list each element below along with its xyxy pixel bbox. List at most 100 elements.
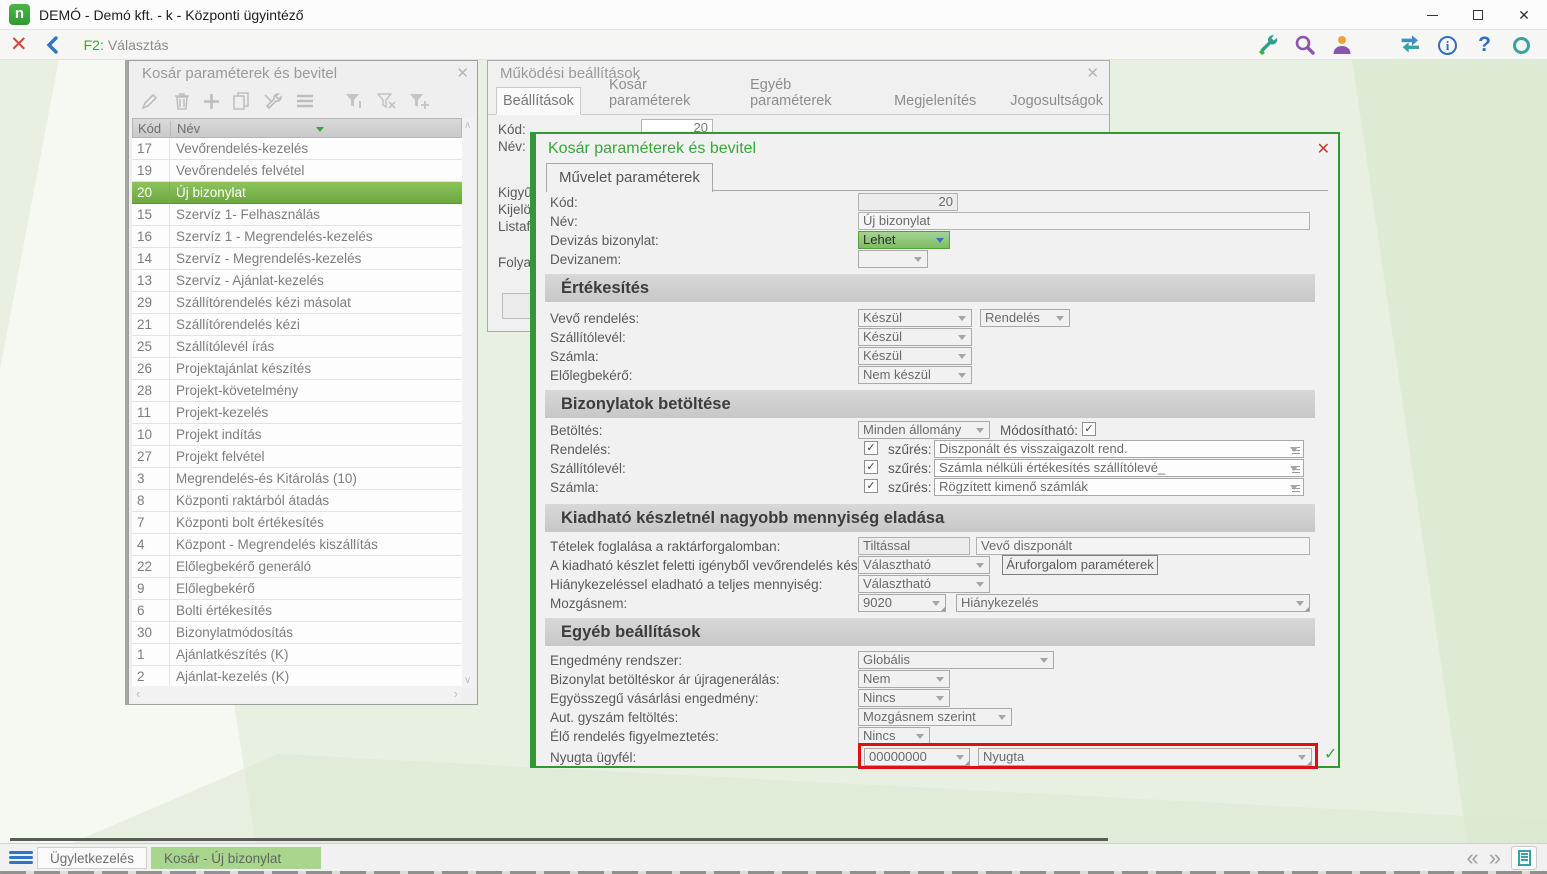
settings-tab-jogosultságok[interactable]: Jogosultságok [1004,88,1109,114]
vevo-rendeles-tipus-combo[interactable]: Rendelés [980,309,1070,327]
edit-pencil-icon[interactable] [141,92,161,110]
confirm-check-icon[interactable]: ✓ [1324,744,1337,764]
table-row[interactable]: 28Projekt-követelmény [132,380,462,402]
document-list-button[interactable] [1511,846,1537,870]
table-row[interactable]: 21Szállítórendelés kézi [132,314,462,336]
devizanem-combo[interactable] [858,250,928,268]
hianykezeles-combo[interactable]: Választható [858,575,990,593]
szamla-combo[interactable]: Készül [858,347,972,365]
add-plus-icon[interactable] [203,93,220,110]
scroll-right-icon[interactable]: › [454,686,458,701]
close-red-icon[interactable]: ✕ [10,34,28,56]
table-row[interactable]: 13Szervíz - Ajánlat-kezelés [132,270,462,292]
igeny-combo[interactable]: Választható [858,556,990,574]
devizas-combo[interactable]: Lehet [858,231,950,249]
filter-add-icon[interactable] [409,92,429,110]
table-row[interactable]: 8Központi raktárból átadás [132,490,462,512]
copy-document-icon[interactable] [233,92,250,110]
table-row[interactable]: 14Szervíz - Megrendelés-kezelés [132,248,462,270]
szamla-checkbox[interactable]: ✓ [864,479,878,493]
statusbar-tab[interactable]: Kosár - Új bizonylat [151,847,321,869]
back-chevron-icon[interactable] [44,36,62,54]
settings-tab-kosár paraméterek[interactable]: Kosár paraméterek [603,72,722,114]
filter-icon[interactable] [345,92,364,110]
table-row[interactable]: 19Vevőrendelés felvétel [132,160,462,182]
rendeles-szures-combo[interactable]: Diszponált és visszaigazolt rend. [934,440,1304,458]
table-row[interactable]: 30Bizonylatmódosítás [132,622,462,644]
vertical-scrollbar[interactable]: ∧ ∨ [462,118,475,688]
status-circle-icon[interactable] [1510,34,1533,57]
table-row[interactable]: 2Ajánlat-kezelés (K) [132,666,462,688]
table-header[interactable]: Kód Név [132,118,462,138]
modosithato-checkbox[interactable]: ✓ [1082,422,1096,436]
table-row[interactable]: 22Előlegbekérő generáló [132,556,462,578]
filter-menu-icon[interactable] [1292,464,1300,475]
table-row[interactable]: 9Előlegbekérő [132,578,462,600]
table-row[interactable]: 26Projektajánlat készítés [132,358,462,380]
mozgasnem-nev-combo[interactable]: Hiánykezelés [956,594,1310,612]
filter-menu-icon[interactable] [1292,445,1300,456]
egyosszegu-combo[interactable]: Nincs [858,689,950,707]
filter-menu-icon[interactable] [1292,483,1300,494]
szamla-szures-combo[interactable]: Rögzített kimenő számlák [934,478,1304,496]
table-row[interactable]: 1Ajánlatkészítés (K) [132,644,462,666]
table-row[interactable]: 11Projekt-kezelés [132,402,462,424]
engedmeny-combo[interactable]: Globális [858,651,1054,669]
table-row[interactable]: 17Vevőrendelés-kezelés [132,138,462,160]
page-next-icon[interactable]: » [1489,848,1501,868]
aruforgalom-parameterek-button[interactable]: Áruforgalom paraméterek [1002,555,1158,575]
close-button[interactable]: ✕ [1501,0,1547,30]
table-row[interactable]: 10Projekt indítás [132,424,462,446]
table-row[interactable]: 25Szállítólevél írás [132,336,462,358]
settings-close-icon[interactable]: ✕ [1086,64,1099,82]
search-icon[interactable] [1293,34,1316,57]
minimize-button[interactable] [1409,0,1455,30]
table-row[interactable]: 27Projekt felvétel [132,446,462,468]
mozgasnem-kod-combo[interactable]: 9020 [858,594,946,612]
statusbar-tab[interactable]: Ügyletkezelés [37,847,147,869]
transfer-arrows-icon[interactable] [1399,34,1422,57]
menu-lines-icon[interactable] [296,94,314,108]
table-row[interactable]: 29Szállítórendelés kézi másolat [132,292,462,314]
szallitolevel-combo[interactable]: Készül [858,328,972,346]
horizontal-scrollbar[interactable]: ‹ › [132,686,462,701]
panel-close-icon[interactable]: ✕ [456,64,469,82]
szallitolevel-szures-combo[interactable]: Számla nélküli értékesítés szállítólevé_ [934,459,1304,477]
betoltes-combo[interactable]: Minden állomány [858,421,990,439]
szallitolevel-checkbox[interactable]: ✓ [864,460,878,474]
page-prev-icon[interactable]: « [1467,848,1479,868]
splitter-handle[interactable] [10,838,1108,841]
elolegbekero-combo[interactable]: Nem készül [858,366,972,384]
table-row[interactable]: 20Új bizonylat [132,182,462,204]
ar-ujrageneralas-combo[interactable]: Nem [858,670,950,688]
rendeles-checkbox[interactable]: ✓ [864,441,878,455]
settings-tab-egyéb paraméterek[interactable]: Egyéb paraméterek [744,72,866,114]
tab-muvelet-parameterek[interactable]: Művelet paraméterek [546,163,713,192]
table-row[interactable]: 15Szervíz 1- Felhasználás [132,204,462,226]
tools-wrench-icon[interactable] [1256,34,1279,57]
scroll-up-icon[interactable]: ∧ [464,120,471,131]
maximize-button[interactable] [1455,0,1501,30]
menu-hamburger-icon[interactable] [9,849,33,866]
table-row[interactable]: 4Központ - Megrendelés kiszállítás [132,534,462,556]
help-icon[interactable]: ? [1473,34,1496,57]
info-icon[interactable]: i [1436,34,1459,57]
user-icon[interactable] [1330,34,1353,57]
delete-trash-icon[interactable] [174,92,190,110]
dialog-close-icon[interactable]: ✕ [1317,139,1330,159]
settings-tab-megjelenítés[interactable]: Megjelenítés [888,88,982,114]
service-tools-icon[interactable] [263,92,283,110]
table-row[interactable]: 6Bolti értékesítés [132,600,462,622]
scroll-left-icon[interactable]: ‹ [136,686,140,701]
vevo-rendeles-combo[interactable]: Készül [858,309,972,327]
nev-field[interactable]: Új bizonylat [858,212,1310,230]
app-grid-icon[interactable] [1367,36,1385,54]
table-row[interactable]: 3Megrendelés-és Kitárolás (10) [132,468,462,490]
settings-tab-beállítások[interactable]: Beállítások [496,87,581,115]
scroll-down-icon[interactable]: ∨ [464,675,471,686]
column-code[interactable]: Kód [133,121,171,136]
table-row[interactable]: 16Szervíz 1 - Megrendelés-kezelés [132,226,462,248]
gyszam-combo[interactable]: Mozgásnem szerint [858,708,1012,726]
filter-clear-icon[interactable] [377,92,396,110]
f2-shortcut[interactable]: F2:Választás [84,37,169,53]
